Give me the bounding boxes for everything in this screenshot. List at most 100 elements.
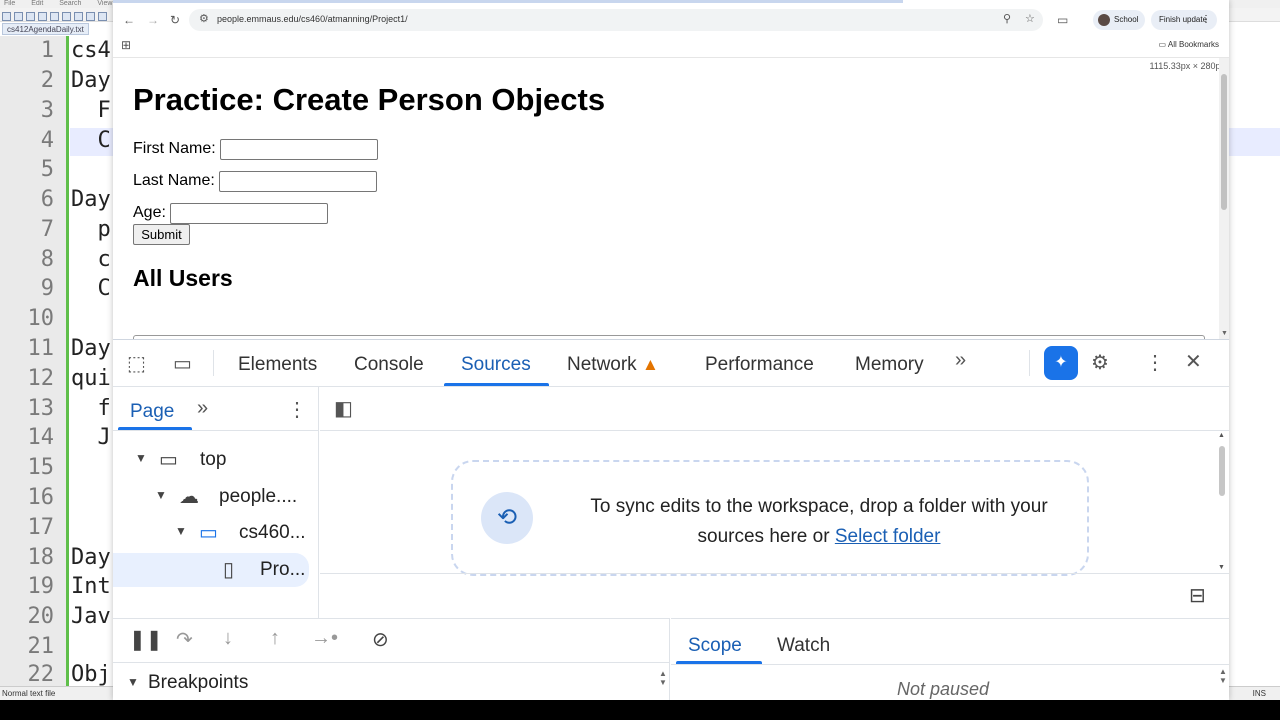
close-icon[interactable] (50, 12, 59, 21)
code-line[interactable]: cs4 (71, 38, 111, 63)
tab-page[interactable]: Page (130, 401, 174, 423)
submit-button[interactable]: Submit (133, 224, 190, 245)
tab-sources[interactable]: Sources (461, 354, 531, 376)
line-number: 18 (27, 545, 55, 570)
code-line[interactable]: p (71, 217, 110, 242)
breakpoints-section[interactable]: ▼ Breakpoints ▲ ▼ (113, 662, 670, 700)
cut-icon[interactable] (74, 12, 83, 21)
cast-icon[interactable]: ▭ (1057, 13, 1068, 27)
save-icon[interactable] (26, 12, 35, 21)
bookmarks-bar: ⊞ ▭ All Bookmarks (113, 36, 1229, 58)
scroll-up-icon[interactable]: ▲ (1218, 432, 1225, 439)
save-all-icon[interactable] (38, 12, 47, 21)
triangle-down-icon[interactable]: ▼ (127, 675, 139, 689)
scroll-down-icon[interactable]: ▼ (1218, 564, 1225, 571)
step-into-icon[interactable]: ↓ (223, 627, 233, 650)
arrow-right-icon[interactable]: → (147, 13, 159, 27)
code-line[interactable]: C (71, 276, 110, 301)
code-line[interactable]: Int (71, 574, 111, 599)
editor-file-tab[interactable]: cs412AgendaDaily.txt (2, 23, 89, 35)
code-line[interactable]: J (71, 425, 110, 450)
code-line[interactable]: Jav (71, 604, 111, 629)
code-line[interactable]: Day (71, 545, 111, 570)
all-users-heading: All Users (133, 265, 233, 291)
workspace-drop-zone[interactable]: ⟲ To sync edits to the workspace, drop a… (451, 460, 1089, 576)
taskbar (0, 700, 1280, 720)
ai-assistance-icon[interactable]: ✦ (1044, 346, 1078, 380)
inspect-element-icon[interactable]: ⬚ (127, 351, 146, 376)
tab-network-label: Network (567, 354, 637, 375)
arrow-left-icon[interactable]: ← (123, 13, 135, 27)
tree-item-file[interactable]: ▯ Pro... (113, 553, 309, 587)
open-file-icon[interactable] (14, 12, 23, 21)
gear-icon[interactable]: ⚙ (1091, 350, 1109, 375)
scroll-down-icon[interactable]: ▼ (1221, 330, 1228, 337)
age-input[interactable] (170, 203, 328, 224)
code-line[interactable]: f (71, 396, 110, 421)
star-icon[interactable]: ☆ (1025, 12, 1035, 25)
editor-scrollbar-thumb[interactable] (1219, 446, 1225, 496)
profile-button[interactable]: School (1093, 10, 1145, 30)
more-tabs-icon[interactable]: » (955, 349, 966, 372)
code-line[interactable]: qui (71, 366, 111, 391)
page-scrollbar-thumb[interactable] (1221, 74, 1227, 210)
code-line[interactable]: Day (71, 187, 111, 212)
omnibox[interactable]: ⚙ people.emmaus.edu/cs460/atmanning/Proj… (189, 9, 1043, 31)
all-bookmarks-button[interactable]: ▭ All Bookmarks (1159, 40, 1219, 49)
menu-dots-icon[interactable]: ⋮ (1145, 350, 1165, 375)
tab-watch[interactable]: Watch (777, 635, 830, 657)
menu-edit[interactable]: Edit (31, 0, 43, 7)
triangle-down-icon[interactable]: ▼ (155, 488, 167, 502)
menu-dots-icon[interactable]: ⋮ (1201, 10, 1211, 30)
apps-grid-icon[interactable]: ⊞ (121, 38, 131, 52)
tree-item-top[interactable]: ▼ ▭ top (113, 443, 313, 477)
url-text[interactable]: people.emmaus.edu/cs460/atmanning/Projec… (217, 14, 408, 24)
scroll-arrows-icon[interactable]: ▲ ▼ (1219, 667, 1227, 685)
menu-dots-icon[interactable]: ⋮ (287, 397, 307, 422)
tree-item-folder[interactable]: ▼ ▭ cs460... (113, 516, 313, 550)
page-scrollbar[interactable]: ▼ (1219, 58, 1229, 339)
reload-icon[interactable]: ↻ (170, 13, 180, 27)
code-line[interactable]: Obj (71, 662, 111, 687)
copy-icon[interactable] (86, 12, 95, 21)
last-name-input[interactable] (219, 171, 377, 192)
zoom-icon[interactable]: ⚲ (1003, 12, 1011, 25)
site-info-icon[interactable]: ⚙ (199, 12, 209, 25)
more-tabs-icon[interactable]: » (197, 397, 208, 420)
menu-view[interactable]: View (97, 0, 112, 7)
tab-network[interactable]: Network ▲ (567, 354, 659, 376)
finish-update-button[interactable]: Finish update ⋮ (1151, 10, 1217, 30)
tab-scope[interactable]: Scope (688, 635, 742, 657)
first-name-input[interactable] (220, 139, 378, 160)
print-icon[interactable] (62, 12, 71, 21)
step-out-icon[interactable]: ↑ (270, 627, 280, 650)
tab-memory[interactable]: Memory (855, 354, 924, 376)
close-icon[interactable]: ✕ (1185, 349, 1202, 374)
code-line[interactable]: C (71, 128, 110, 153)
select-folder-link[interactable]: Select folder (835, 526, 941, 547)
editor-scrollbar[interactable]: ▲ ▼ (1218, 432, 1225, 571)
tab-console[interactable]: Console (354, 354, 424, 376)
deactivate-breakpoints-icon[interactable]: ⊘ (372, 627, 389, 652)
device-toolbar-icon[interactable]: ▭ (173, 351, 192, 376)
menu-search[interactable]: Search (59, 0, 81, 7)
step-over-icon[interactable]: ↷ (176, 627, 193, 652)
code-line[interactable]: Day (71, 68, 111, 93)
code-line[interactable]: c (71, 247, 110, 272)
menu-file[interactable]: File (4, 0, 15, 7)
show-drawer-icon[interactable]: ⊟ (1189, 583, 1206, 608)
code-line[interactable]: Day (71, 336, 111, 361)
profile-label: School (1114, 15, 1139, 24)
code-line[interactable]: F (71, 98, 110, 123)
pause-icon[interactable]: ❚❚ (129, 627, 163, 652)
toggle-navigator-icon[interactable]: ◧ (334, 396, 353, 421)
tab-elements[interactable]: Elements (238, 354, 317, 376)
triangle-down-icon[interactable]: ▼ (135, 451, 147, 465)
tree-item-domain[interactable]: ▼ ☁ people.... (113, 480, 313, 514)
tab-performance[interactable]: Performance (705, 354, 814, 376)
step-icon[interactable]: →• (311, 627, 338, 650)
new-file-icon[interactable] (2, 12, 11, 21)
paste-icon[interactable] (98, 12, 107, 21)
scroll-arrows-icon[interactable]: ▲ ▼ (659, 669, 667, 687)
triangle-down-icon[interactable]: ▼ (175, 524, 187, 538)
